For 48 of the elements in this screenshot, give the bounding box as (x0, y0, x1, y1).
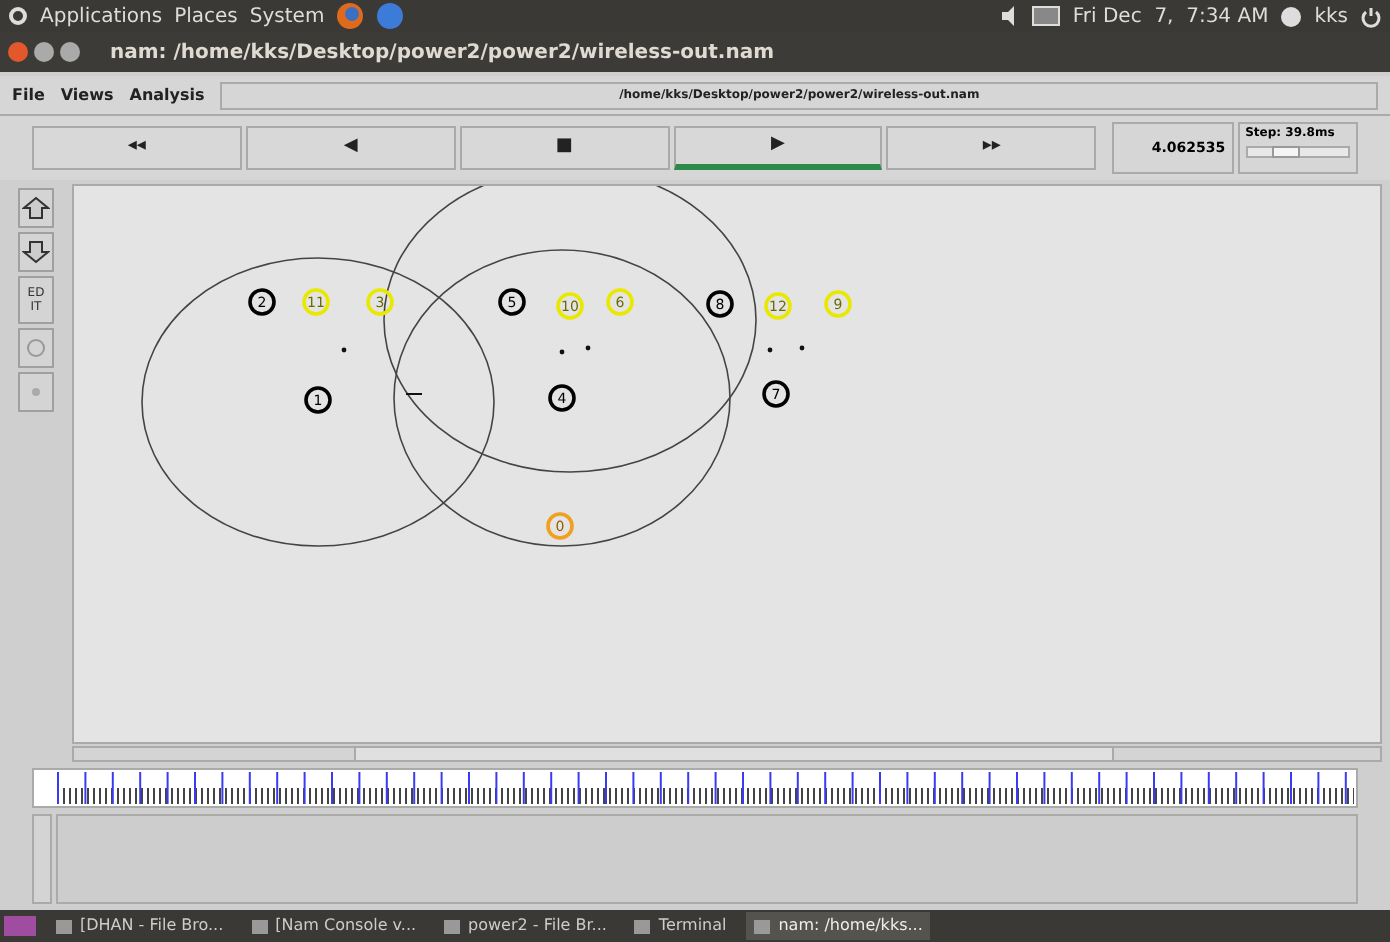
taskbar-item[interactable]: power2 - File Br... (436, 912, 615, 940)
circle-icon (26, 338, 46, 358)
timeline-ruler[interactable] (32, 768, 1358, 808)
mail-icon[interactable] (1032, 6, 1061, 26)
step-slider-thumb[interactable] (1271, 146, 1300, 158)
playback-button[interactable]: ▸▸ (886, 126, 1097, 170)
close-icon[interactable] (8, 42, 28, 62)
playback-button[interactable]: ■ (459, 126, 670, 170)
dot-tool-button[interactable] (18, 372, 54, 412)
playback-button[interactable]: ◂◂ (32, 126, 242, 170)
taskbar-item[interactable]: nam: /home/kks... (746, 912, 931, 940)
step-slider-track[interactable] (1245, 146, 1351, 158)
minimize-icon[interactable] (34, 42, 54, 62)
packet-dot (559, 349, 565, 355)
packet-dot (341, 347, 347, 353)
power-icon[interactable] (1360, 5, 1382, 27)
window-title: nam: /home/kks/Desktop/power2/power2/wireless-out.nam (110, 39, 774, 67)
menu-item[interactable]: Analysis (129, 83, 205, 107)
user-name[interactable]: kks (1314, 1, 1348, 31)
scrollbar-thumb[interactable] (354, 748, 1114, 760)
zoom-out-button[interactable] (18, 232, 54, 272)
vertical-scrollbar[interactable] (32, 814, 52, 904)
panel-menu[interactable]: Applications (40, 1, 163, 31)
panel-menu[interactable]: Places (174, 1, 238, 31)
gear-icon (8, 6, 28, 26)
menu-item[interactable]: Views (60, 83, 114, 107)
horizontal-scrollbar[interactable] (72, 746, 1382, 762)
packet-dot (799, 345, 805, 351)
packet-dash (405, 393, 423, 395)
help-icon[interactable] (376, 2, 405, 30)
menu-item[interactable]: File (12, 83, 45, 107)
playback-button[interactable]: ▶ (673, 126, 883, 170)
zoom-in-button[interactable] (18, 188, 54, 228)
zoom-in-icon (22, 196, 50, 220)
dot-icon (30, 386, 42, 398)
zoom-out-icon (22, 240, 50, 264)
packet-dot (767, 347, 773, 353)
taskbar-item[interactable]: [DHAN - File Bro... (48, 912, 232, 940)
taskbar-item[interactable]: Terminal (626, 912, 735, 940)
circle-tool-button[interactable] (18, 328, 54, 368)
panel-menu[interactable]: System (249, 1, 325, 31)
user-icon (1280, 5, 1303, 27)
packet-dot (585, 345, 591, 351)
playback-button[interactable]: ◀ (245, 126, 456, 170)
clock[interactable]: Fri Dec 7, 7:34 AM (1072, 1, 1269, 31)
browser-icon[interactable] (336, 2, 365, 30)
maximize-icon[interactable] (60, 42, 80, 62)
taskbar-item[interactable]: [Nam Console v... (243, 912, 425, 940)
